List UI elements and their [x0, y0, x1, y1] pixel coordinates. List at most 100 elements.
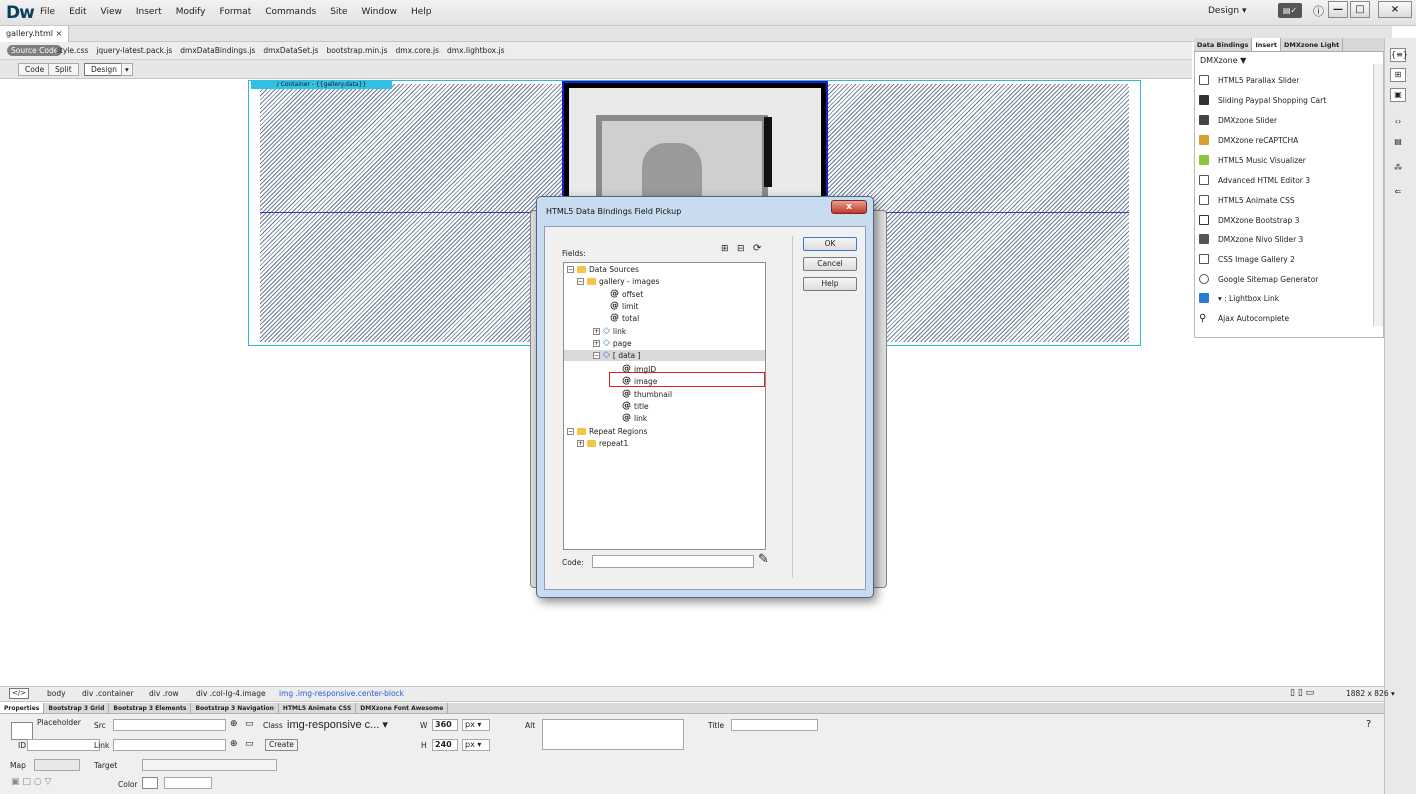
refresh-icon[interactable]: ⟳ — [753, 243, 761, 254]
menu-item-commands[interactable]: Commands — [265, 7, 316, 17]
help-button[interactable]: Help — [803, 277, 857, 291]
related-file[interactable]: dmxDataSet.js — [263, 46, 318, 55]
related-file[interactable]: bootstrap.min.js — [326, 46, 387, 55]
tree-node-image[interactable]: @ image — [622, 376, 657, 386]
menu-item-format[interactable]: Format — [220, 7, 252, 17]
tag-body[interactable]: body — [47, 689, 66, 698]
panel-item[interactable]: DMXzone Slider — [1199, 115, 1277, 125]
panel-item[interactable]: HTML5 Parallax Slider — [1199, 75, 1299, 85]
panel-item[interactable]: Google Sitemap Generator — [1199, 274, 1318, 284]
height-unit-select[interactable]: px ▾ — [462, 739, 490, 751]
browse-link-icon[interactable]: ▭ — [245, 739, 254, 749]
panel-item[interactable]: CSS Image Gallery 2 — [1199, 254, 1295, 264]
target-select[interactable] — [142, 759, 277, 771]
assets-icon[interactable]: ▣ — [1390, 88, 1406, 102]
menu-item-view[interactable]: View — [101, 7, 122, 17]
tree-node-link-field[interactable]: @ link — [622, 413, 647, 423]
dialog-close-button[interactable]: x — [831, 200, 867, 214]
hotspot-tools-icons[interactable]: ▣ □ ○ ▽ — [11, 777, 51, 787]
related-file[interactable]: style.css — [56, 46, 88, 55]
tree-node-repeat-regions[interactable]: − Repeat Regions — [567, 427, 647, 436]
create-button[interactable]: Create — [265, 739, 298, 751]
code-view-button[interactable]: Code — [18, 63, 52, 76]
menu-item-window[interactable]: Window — [361, 7, 397, 17]
panel-item[interactable]: ▾ : Lightbox Link — [1199, 293, 1279, 303]
info-icon[interactable]: ⓘ — [1313, 3, 1324, 19]
panel-item[interactable]: Advanced HTML Editor 3 — [1199, 175, 1310, 185]
tag-img[interactable]: img .img-responsive.center-block — [279, 689, 404, 698]
tree-node-link[interactable]: + ◇ link — [593, 326, 626, 336]
tab-dmxzone-light[interactable]: DMXzone Light — [1281, 38, 1344, 51]
tag-div-row[interactable]: div .row — [149, 689, 179, 698]
point-to-link-icon[interactable]: ⊕ — [230, 739, 238, 749]
menu-item-edit[interactable]: Edit — [69, 7, 86, 17]
point-to-file-icon[interactable]: ⊕ — [230, 719, 238, 729]
browse-folder-icon[interactable]: ▭ — [245, 719, 254, 729]
menu-item-modify[interactable]: Modify — [176, 7, 206, 17]
color-field[interactable] — [164, 777, 212, 789]
tree-node-thumbnail[interactable]: @ thumbnail — [622, 389, 672, 399]
source-code-button[interactable]: Source Code — [7, 45, 63, 56]
src-field[interactable] — [113, 719, 226, 731]
related-file[interactable]: jquery-latest.pack.js — [96, 46, 172, 55]
magic-wand-icon[interactable]: ✎ — [758, 552, 769, 567]
tab-data-bindings[interactable]: Data Bindings — [1194, 38, 1253, 51]
tree-node-limit[interactable]: @ limit — [610, 301, 639, 311]
title-field[interactable] — [731, 719, 818, 731]
window-size-dropdown[interactable]: 1882 x 826 ▾ — [1346, 689, 1395, 698]
related-file[interactable]: dmx.core.js — [396, 46, 440, 55]
menu-item-file[interactable]: File — [40, 7, 55, 17]
color-swatch[interactable] — [142, 777, 158, 789]
tree-node-title[interactable]: @ title — [622, 401, 649, 411]
split-view-button[interactable]: Split — [48, 63, 79, 76]
map-field[interactable] — [34, 759, 80, 771]
close-window-button[interactable]: × — [1378, 1, 1412, 18]
cancel-button[interactable]: Cancel — [803, 257, 857, 271]
document-tab[interactable]: gallery.html × — [0, 26, 70, 42]
design-view-button[interactable]: Design — [84, 63, 124, 76]
panel-item[interactable]: DMXzone reCAPTCHA — [1199, 135, 1298, 145]
tab-properties[interactable]: Properties — [0, 703, 45, 713]
menu-item-site[interactable]: Site — [330, 7, 347, 17]
tab-insert[interactable]: Insert — [1252, 38, 1282, 51]
view-options-dropdown[interactable]: ▾ — [121, 63, 133, 76]
tab-animate-css[interactable]: HTML5 Animate CSS — [279, 703, 357, 713]
panel-item[interactable]: ⚲ Ajax Autocomplete — [1199, 313, 1289, 324]
tree-node-repeat1[interactable]: + repeat1 — [577, 439, 628, 448]
tree-node-total[interactable]: @ total — [610, 313, 639, 323]
code-input[interactable] — [592, 555, 754, 568]
tag-div-container[interactable]: div .container — [82, 689, 134, 698]
placeholder-image[interactable] — [562, 81, 828, 212]
category-dropdown[interactable]: DMXzone ▼ — [1200, 56, 1246, 65]
tag-div-col[interactable]: div .col-lg-4.image — [196, 689, 266, 698]
workspace-switcher[interactable]: Design ▾ — [1208, 6, 1246, 16]
related-file[interactable]: dmx.lightbox.js — [447, 46, 504, 55]
help-icon[interactable]: ? — [1366, 719, 1371, 730]
tree-node-page[interactable]: + ◇ page — [593, 338, 632, 348]
menu-item-insert[interactable]: Insert — [136, 7, 162, 17]
panel-item[interactable]: DMXzone Nivo Slider 3 — [1199, 234, 1303, 244]
dom-icon[interactable]: ⁂ — [1390, 162, 1406, 176]
panel-scrollbar[interactable] — [1373, 64, 1383, 326]
tab-bootstrap-navigation[interactable]: Bootstrap 3 Navigation — [191, 703, 279, 713]
collapse-all-icon[interactable]: ⊟ — [737, 244, 745, 254]
tree-node-data[interactable]: − ◇[ data ] — [593, 350, 640, 360]
panel-item[interactable]: HTML5 Animate CSS — [1199, 195, 1295, 205]
minimize-button[interactable]: — — [1328, 1, 1348, 18]
panel-item[interactable]: DMXzone Bootstrap 3 — [1199, 215, 1299, 225]
tree-node-offset[interactable]: @ offset — [610, 289, 643, 299]
maximize-button[interactable]: □ — [1350, 1, 1370, 18]
id-field[interactable] — [27, 739, 100, 751]
class-dropdown[interactable]: img-responsive c... ▾ — [287, 718, 388, 731]
behaviors-icon[interactable]: ⇐ — [1390, 186, 1406, 200]
ok-button[interactable]: OK — [803, 237, 857, 251]
snippets-icon[interactable]: ‹› — [1390, 116, 1406, 130]
close-tab-icon[interactable]: × — [56, 29, 63, 38]
link-field[interactable] — [113, 739, 226, 751]
panel-item[interactable]: HTML5 Music Visualizer — [1199, 155, 1306, 165]
device-preview-icons[interactable]: ▯ ▯ ▭ — [1290, 688, 1314, 698]
expand-all-icon[interactable]: ⊞ — [721, 244, 729, 254]
panel-item[interactable]: Sliding Paypal Shopping Cart — [1199, 95, 1326, 105]
height-field[interactable]: 240 — [432, 739, 458, 751]
sync-icon[interactable]: ▤✓ — [1278, 3, 1302, 18]
